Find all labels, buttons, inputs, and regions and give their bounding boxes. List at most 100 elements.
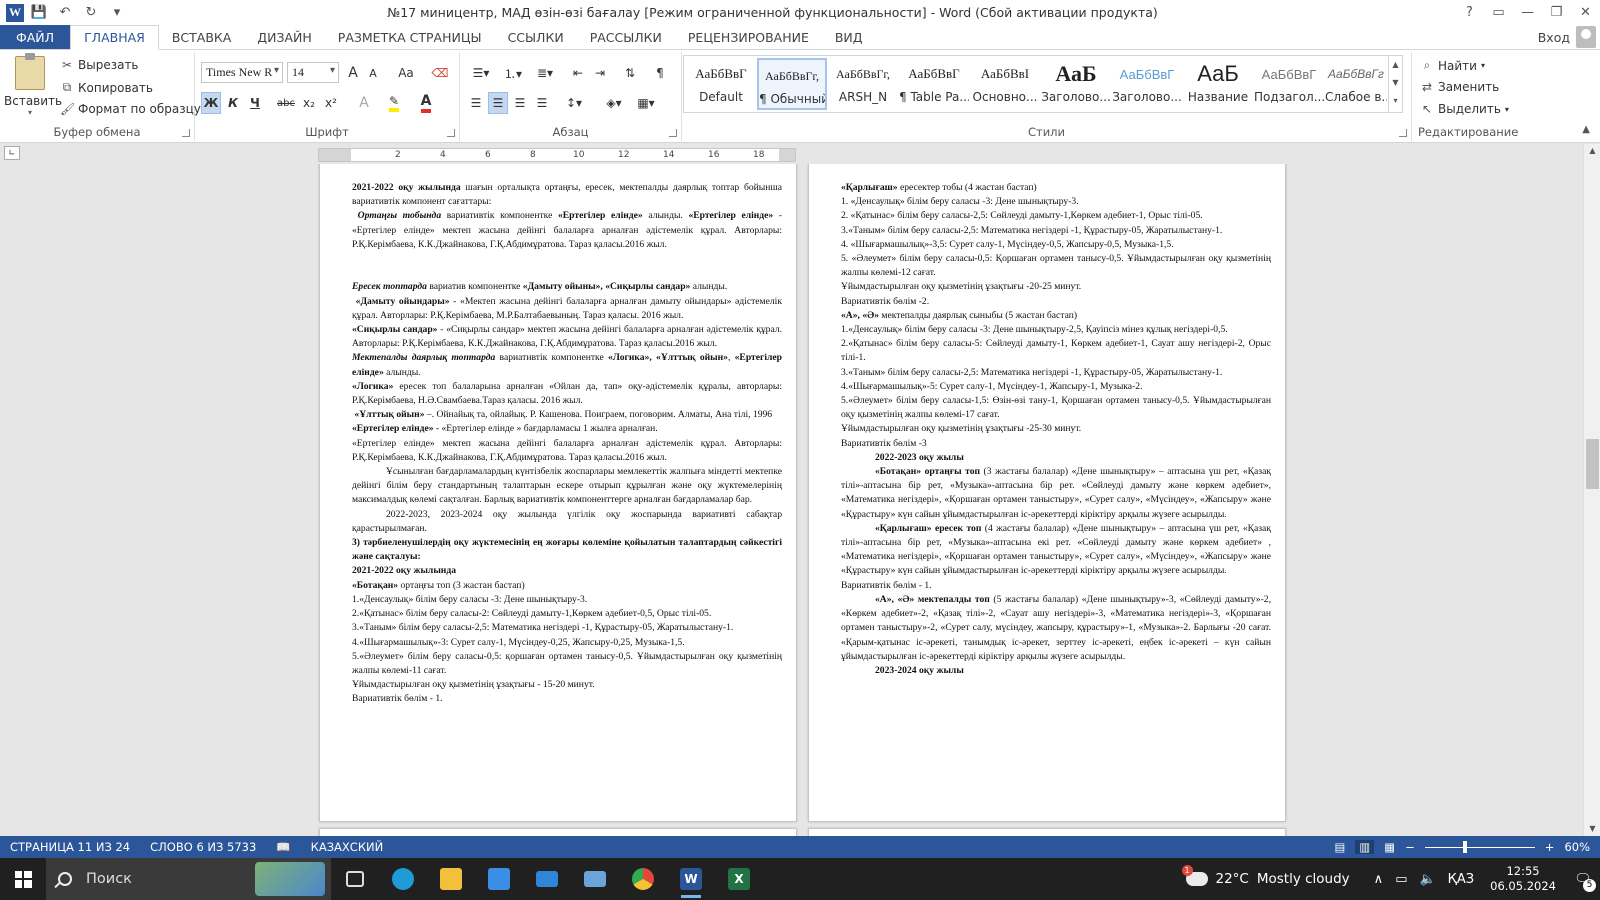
scroll-thumb[interactable] <box>1586 439 1599 489</box>
sort-icon[interactable]: ⇅ <box>620 62 640 84</box>
show-hidden-icons-icon[interactable]: ∧ <box>1368 872 1390 887</box>
style-title[interactable]: АаБ Название <box>1183 58 1253 110</box>
align-right-icon[interactable]: ☰ <box>510 92 530 114</box>
font-launcher-icon[interactable] <box>447 129 455 137</box>
network-icon[interactable]: ▭ <box>1389 872 1413 887</box>
store-button[interactable] <box>475 858 523 900</box>
highlight-color-icon[interactable]: ✎ <box>381 92 407 114</box>
page-indicator[interactable]: СТРАНИЦА 11 ИЗ 24 <box>0 840 140 854</box>
document-area[interactable]: 2021-2022 оқу жылында шағын орталықта ор… <box>0 164 1583 836</box>
font-color-button[interactable]: A <box>413 92 439 114</box>
page-right[interactable]: «Қарлығаш» ересектер тобы (4 жастан баст… <box>808 164 1286 822</box>
justify-icon[interactable]: ☰ <box>532 92 552 114</box>
underline-button[interactable]: Ч <box>245 92 265 114</box>
tab-insert[interactable]: ВСТАВКА <box>159 25 245 49</box>
language-indicator[interactable]: КАЗАХСКИЙ <box>301 840 394 854</box>
tab-selector[interactable]: ∟ <box>4 146 20 160</box>
explorer-button[interactable] <box>427 858 475 900</box>
tab-view[interactable]: ВИД <box>822 25 876 49</box>
redo-icon[interactable]: ↻ <box>80 3 102 23</box>
paragraph-launcher-icon[interactable] <box>669 129 677 137</box>
zoom-out-icon[interactable]: − <box>1405 840 1415 854</box>
decrease-indent-icon[interactable]: ⇤ <box>568 62 588 84</box>
style-heading-1[interactable]: АаБ Заголово... <box>1041 58 1111 110</box>
font-name-combo[interactable]: Times New R <box>201 62 283 83</box>
task-view-button[interactable] <box>331 858 379 900</box>
style-table-paragraph[interactable]: АаБбВвГ ¶ Table Pa... <box>899 58 969 110</box>
style-arsh-n[interactable]: АаБбВвГг, ARSH_N <box>828 58 898 110</box>
align-left-icon[interactable]: ☰ <box>466 92 486 114</box>
grow-font-button[interactable]: A <box>343 62 363 84</box>
remote-desktop-button[interactable] <box>571 858 619 900</box>
text-effects-button[interactable]: A <box>353 92 375 114</box>
excel-taskbar-button[interactable]: X <box>715 858 763 900</box>
style-heading-2[interactable]: АаБбВвГ Заголово... <box>1112 58 1182 110</box>
chevron-down-icon[interactable]: ▼ <box>1389 74 1402 92</box>
replace-button[interactable]: ⇄ Заменить <box>1420 80 1499 94</box>
help-button[interactable]: ? <box>1455 0 1484 25</box>
multilevel-list-icon[interactable]: ≣▾ <box>530 62 560 84</box>
web-layout-icon[interactable]: ▦ <box>1384 840 1395 854</box>
read-mode-icon[interactable]: ▤ <box>1335 840 1346 854</box>
clock[interactable]: 12:55 06.05.2024 <box>1480 864 1566 894</box>
word-count[interactable]: СЛОВО 6 ИЗ 5733 <box>140 840 266 854</box>
scroll-down-icon[interactable]: ▼ <box>1584 822 1600 836</box>
line-spacing-icon[interactable]: ↕▾ <box>560 92 588 114</box>
style-subtitle[interactable]: АаБбВвГ Подзагол... <box>1254 58 1324 110</box>
find-button[interactable]: ⌕ Найти ▾ <box>1420 58 1485 73</box>
style-normal[interactable]: АаБбВвГг, ¶ Обычный <box>757 58 827 110</box>
edge-button[interactable] <box>379 858 427 900</box>
input-language[interactable]: ҚАЗ <box>1442 872 1480 887</box>
change-case-button[interactable]: Aa <box>391 62 421 84</box>
tab-home[interactable]: ГЛАВНАЯ <box>70 25 159 50</box>
format-painter-button[interactable]: 🖌 Формат по образцу <box>60 102 201 116</box>
subscript-button[interactable]: x₂ <box>299 92 319 114</box>
page-left[interactable]: 2021-2022 оқу жылында шағын орталықта ор… <box>319 164 797 822</box>
strikethrough-button[interactable]: abc <box>275 92 297 114</box>
shading-icon[interactable]: ◈▾ <box>600 92 628 114</box>
proofing-icon[interactable]: 📖 <box>266 840 300 854</box>
italic-button[interactable]: К <box>223 92 243 114</box>
style-body-text[interactable]: АаБбВвІ Основно... <box>970 58 1040 110</box>
customize-qat-icon[interactable]: ▾ <box>106 3 128 23</box>
taskbar-search[interactable]: Поиск <box>46 858 331 900</box>
zoom-level[interactable]: 60% <box>1564 840 1590 854</box>
clipboard-launcher-icon[interactable] <box>182 129 190 137</box>
mail-button[interactable] <box>523 858 571 900</box>
tab-review[interactable]: РЕЦЕНЗИРОВАНИЕ <box>675 25 822 49</box>
print-layout-icon[interactable]: ▥ <box>1355 840 1375 854</box>
select-button[interactable]: ↖ Выделить ▾ <box>1420 102 1509 116</box>
styles-launcher-icon[interactable] <box>1399 129 1407 137</box>
font-size-combo[interactable]: 14 <box>287 62 339 83</box>
style-subtle-emphasis[interactable]: АаБбВвГг Слабое в... <box>1325 58 1387 110</box>
tab-file[interactable]: ФАЙЛ <box>0 25 71 49</box>
volume-icon[interactable]: 🔈 <box>1413 872 1441 887</box>
style-default[interactable]: АаБбВвГ Default <box>686 58 756 110</box>
close-button[interactable]: ✕ <box>1571 0 1600 25</box>
tab-layout[interactable]: РАЗМЕТКА СТРАНИЦЫ <box>325 25 495 49</box>
cut-button[interactable]: ✂ Вырезать <box>60 58 139 72</box>
clear-format-icon[interactable]: ⌫ <box>429 62 451 84</box>
word-taskbar-button[interactable]: W <box>667 858 715 900</box>
shrink-font-button[interactable]: A <box>363 62 383 84</box>
weather-widget[interactable]: 1 22°C Mostly cloudy <box>1181 865 1368 887</box>
styles-scroll[interactable]: ▲ ▼ ▾ <box>1388 56 1402 112</box>
undo-icon[interactable]: ↶ <box>54 3 76 23</box>
ribbon-display-options-icon[interactable]: ▭ <box>1484 0 1513 25</box>
numbering-icon[interactable]: ⒈▾ <box>498 62 528 84</box>
align-center-icon[interactable]: ☰ <box>488 92 508 114</box>
show-marks-button[interactable]: ¶ <box>650 62 670 84</box>
increase-indent-icon[interactable]: ⇥ <box>590 62 610 84</box>
minimize-button[interactable]: — <box>1513 0 1542 25</box>
copy-button[interactable]: ⧉ Копировать <box>60 80 153 95</box>
horizontal-ruler[interactable]: 2 4 6 8 10 12 14 16 18 <box>318 148 796 162</box>
sign-in[interactable]: Вход <box>1538 25 1600 49</box>
superscript-button[interactable]: x² <box>321 92 341 114</box>
bullets-icon[interactable]: ☰▾ <box>466 62 496 84</box>
start-button[interactable] <box>0 858 46 900</box>
tab-design[interactable]: ДИЗАЙН <box>244 25 324 49</box>
maximize-button[interactable]: ❐ <box>1542 0 1571 25</box>
vertical-scrollbar[interactable]: ▲ ▼ <box>1583 144 1600 836</box>
tab-mailings[interactable]: РАССЫЛКИ <box>577 25 675 49</box>
more-styles-icon[interactable]: ▾ <box>1389 92 1402 110</box>
